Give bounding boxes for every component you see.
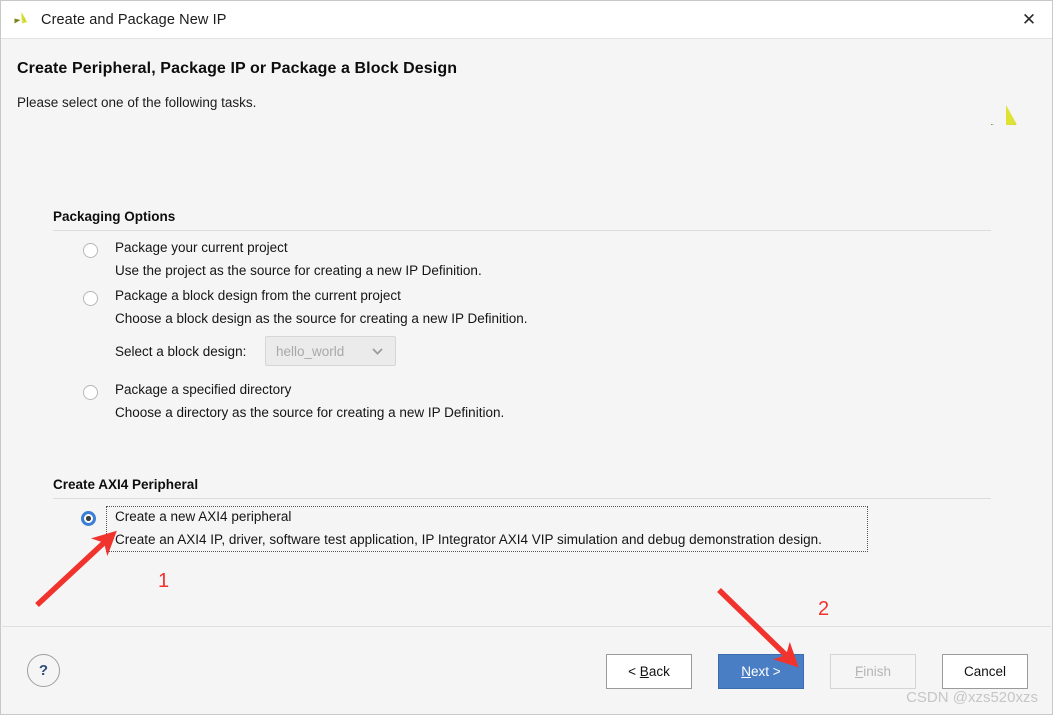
close-icon[interactable]: ✕: [1006, 1, 1052, 38]
page-title: Create Peripheral, Package IP or Package…: [17, 60, 458, 77]
radio-package-block-design[interactable]: [83, 291, 98, 306]
packaging-options-divider: [53, 230, 991, 231]
watermark: CSDN @xzs520xzs: [906, 689, 1038, 706]
block-design-select-label: Select a block design:: [115, 344, 247, 359]
finish-button: Finish: [830, 654, 916, 689]
vivado-logo-icon: [11, 9, 33, 31]
next-button[interactable]: Next >: [718, 654, 804, 689]
option-description: Create an AXI4 IP, driver, software test…: [115, 532, 822, 547]
annotation-number-1: 1: [158, 570, 170, 592]
option-title: Package a specified directory: [115, 382, 292, 397]
option-description: Choose a directory as the source for cre…: [115, 405, 505, 420]
packaging-options-group-label: Packaging Options: [53, 209, 176, 224]
dialog-body: Packaging Options Package your current p…: [2, 125, 1051, 626]
block-design-select[interactable]: hello_world: [265, 336, 396, 366]
help-button[interactable]: ?: [27, 654, 60, 687]
option-description: Choose a block design as the source for …: [115, 311, 528, 326]
axi4-group-label: Create AXI4 Peripheral: [53, 477, 199, 492]
cancel-button[interactable]: Cancel: [942, 654, 1028, 689]
option-description: Use the project as the source for creati…: [115, 263, 482, 278]
annotation-number-2: 2: [818, 598, 830, 620]
axi4-divider: [53, 498, 991, 499]
dialog-header: Create Peripheral, Package IP or Package…: [2, 39, 1051, 139]
chevron-down-icon: [371, 345, 384, 358]
option-title: Package a block design from the current …: [115, 288, 401, 303]
option-title: Create a new AXI4 peripheral: [115, 509, 292, 524]
radio-package-current-project[interactable]: [83, 243, 98, 258]
window-title: Create and Package New IP: [41, 11, 227, 28]
title-bar: Create and Package New IP ✕: [1, 1, 1052, 39]
option-title: Package your current project: [115, 240, 288, 255]
radio-package-specified-directory[interactable]: [83, 385, 98, 400]
back-button[interactable]: < Back: [606, 654, 692, 689]
block-design-select-value: hello_world: [276, 343, 345, 359]
radio-create-new-axi4-peripheral[interactable]: [81, 511, 96, 526]
page-subtitle: Please select one of the following tasks…: [17, 95, 257, 110]
create-package-new-ip-dialog: Create and Package New IP ✕ Create Perip…: [0, 0, 1053, 715]
